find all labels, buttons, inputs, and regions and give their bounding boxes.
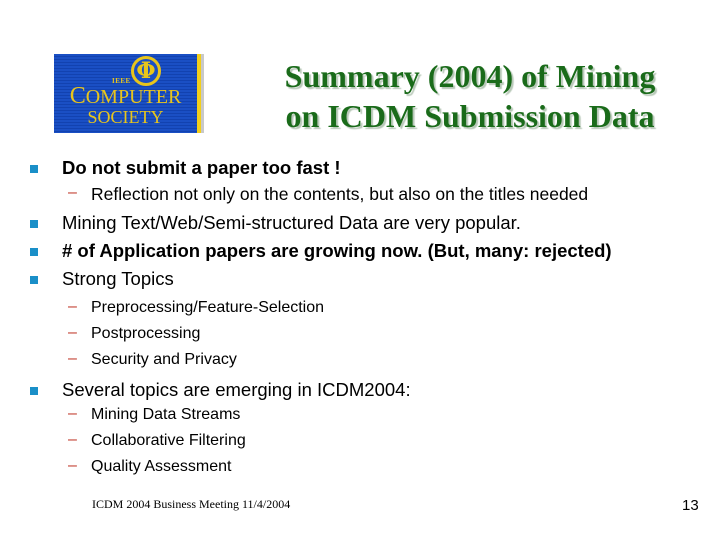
logo-computer-text: COMPUTER — [54, 83, 197, 109]
slide-footer: ICDM 2004 Business Meeting 11/4/2004 — [92, 497, 291, 511]
bullet-text: Strong Topics — [62, 268, 174, 289]
logo-ieee-text: IEEE — [112, 77, 131, 85]
bullet-text: # of Application papers are growing now.… — [62, 240, 612, 261]
dash-bullet-icon: – — [68, 405, 77, 422]
dash-bullet-icon: – — [68, 431, 77, 448]
sub-bullet-text: Security and Privacy — [91, 351, 237, 368]
square-bullet-icon — [30, 276, 38, 284]
sub-bullet-text: Reflection not only on the contents, but… — [91, 184, 589, 204]
logo-grey-stripe — [201, 54, 204, 133]
dash-bullet-icon: – — [68, 184, 77, 201]
logo-computer-initial: C — [69, 83, 86, 109]
bullet-text: Mining Text/Web/Semi-structured Data are… — [62, 212, 521, 233]
dash-bullet-icon: – — [68, 350, 77, 367]
title-line-1: Summary (2004) of Mining — [284, 58, 656, 94]
dash-bullet-icon: – — [68, 324, 77, 341]
dash-bullet-icon: – — [68, 298, 77, 315]
sub-bullet-text: Quality Assessment — [91, 458, 232, 475]
logo-society-text: SOCIETY — [87, 107, 164, 127]
slide-title: Summary (2004) of Mining on ICDM Submiss… — [240, 56, 700, 136]
bullet-text: Several topics are emerging in ICDM2004: — [62, 379, 411, 400]
title-line-2: on ICDM Submission Data — [285, 98, 655, 134]
logo-panel: Φ IEEE COMPUTER SOCIETY — [54, 54, 197, 133]
sub-bullet-text: Collaborative Filtering — [91, 432, 246, 449]
square-bullet-icon — [30, 165, 38, 173]
logo-computer-rest: OMPUTER — [85, 86, 182, 108]
sub-bullet-text: Postprocessing — [91, 325, 201, 342]
square-bullet-icon — [30, 248, 38, 256]
phi-emblem-icon: Φ — [131, 56, 161, 86]
sub-bullet-text: Preprocessing/Feature-Selection — [91, 299, 325, 316]
square-bullet-icon — [30, 220, 38, 228]
bullet-text: Do not submit a paper too fast ! — [62, 157, 341, 178]
dash-bullet-icon: – — [68, 457, 77, 474]
page-number: 13 — [682, 497, 699, 514]
sub-bullet-text: Mining Data Streams — [91, 406, 241, 423]
square-bullet-icon — [30, 387, 38, 395]
